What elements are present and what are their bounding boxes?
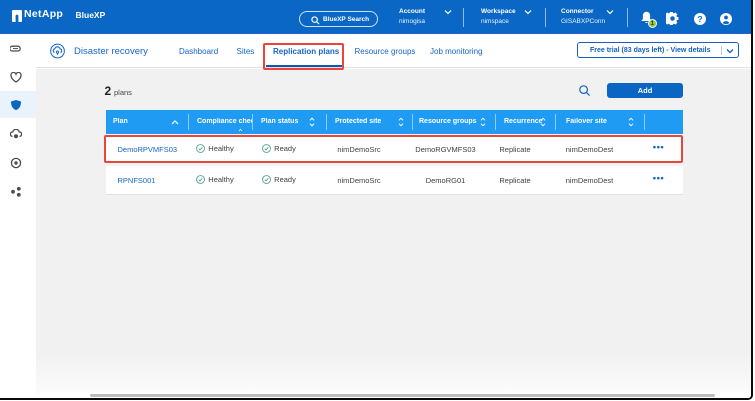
svg-text:?: ? — [697, 13, 702, 23]
